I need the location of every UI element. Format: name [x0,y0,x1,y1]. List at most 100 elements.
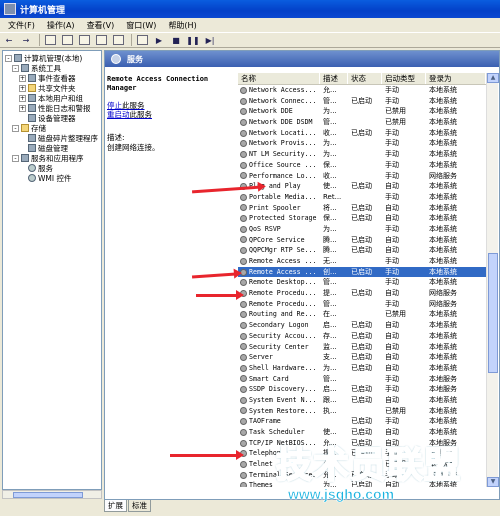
service-row[interactable]: Server 支... 已启动 自动 本地系统 [238,352,486,363]
collapse-icon[interactable]: - [12,64,19,72]
collapse-icon[interactable]: - [12,154,19,162]
menu-action[interactable]: 操作(A) [41,20,81,31]
export-icon[interactable] [111,34,125,46]
restart-link-text[interactable]: 重启动 [107,110,130,119]
service-row[interactable]: Themes 为... 已启动 自动 本地系统 [238,480,486,487]
service-gear-icon [240,97,247,105]
service-name-cell: TCP/IP NetBIOS... [238,438,320,449]
service-row[interactable]: Portable Media... Ret... 手动 本地系统 [238,192,486,203]
service-logon-cell: 本地系统 [429,460,457,469]
service-row[interactable]: Security Accou... 存... 已启动 自动 本地系统 [238,331,486,342]
service-row[interactable]: System Restore... 执... 已禁用 本地系统 [238,406,486,417]
stop-service-link[interactable]: 停止此服务 [107,101,233,110]
service-row[interactable]: TAOFrame 已启动 手动 本地系统 [238,416,486,427]
column-header-description[interactable]: 描述 [320,73,348,84]
menu-file[interactable]: 文件(F) [2,20,41,31]
service-row[interactable]: Routing and Re... 在... 已禁用 本地系统 [238,309,486,320]
start-icon[interactable]: ▶ [152,34,166,46]
scroll-down-arrow-icon[interactable]: ▼ [487,477,499,487]
service-row[interactable]: SSDP Discovery... 启... 已启动 手动 本地服务 [238,384,486,395]
service-row[interactable]: Print Spooler 将... 已启动 自动 本地系统 [238,203,486,214]
service-row[interactable]: Remote Access ... 无... 手动 本地系统 [238,256,486,267]
tree-item[interactable]: 服务 [3,163,101,173]
expand-icon[interactable]: + [19,94,26,102]
service-desc-cell: 将... [323,203,337,212]
service-row[interactable]: Protected Storage 保... 已启动 自动 本地系统 [238,213,486,224]
service-row[interactable]: Remote Procedu... 管... 手动 网络服务 [238,299,486,310]
service-row[interactable]: QPCore Service 腾... 已启动 自动 本地系统 [238,235,486,246]
menu-view[interactable]: 查看(V) [81,20,121,31]
service-row[interactable]: QQPCMgr RTP Se... 腾... 已启动 自动 本地系统 [238,245,486,256]
tree-item[interactable]: + 事件查看器 [3,73,101,83]
service-gear-icon [240,439,247,447]
service-row[interactable]: Task Scheduler 使... 已启动 自动 本地系统 [238,427,486,438]
service-row[interactable]: Network Provis... 为... 手动 本地系统 [238,138,486,149]
service-row[interactable]: Secondary Logon 启... 已启动 自动 本地系统 [238,320,486,331]
column-header-name[interactable]: 名称 [238,73,320,84]
service-row[interactable]: Performance Lo... 收... 手动 网络服务 [238,171,486,182]
services-list[interactable]: 名称 描述 状态 启动类型 登录为 Network Access... 允... 手… [238,73,486,487]
service-row[interactable]: Network Locati... 收... 已启动 手动 本地系统 [238,128,486,139]
tree-horizontal-scrollbar[interactable] [2,490,102,499]
stop-link-text[interactable]: 停止 [107,101,122,110]
forward-icon[interactable]: → [19,34,33,46]
tree-item[interactable]: 设备管理器 [3,113,101,123]
tree-item[interactable]: - 系统工具 [3,63,101,73]
show-tree-icon[interactable] [60,34,74,46]
tree-item[interactable]: + 性能日志和警报 [3,103,101,113]
tree-item[interactable]: - 存储 [3,123,101,133]
service-row[interactable]: Shell Hardware... 为... 已启动 自动 本地系统 [238,363,486,374]
collapse-icon[interactable]: - [5,54,12,62]
console-tree[interactable]: - 计算机管理(本地) - 系统工具 + 事件查看器 + 共享文件夹 + 本地用户和组 + 性能日志和… [2,50,102,490]
expand-icon[interactable]: + [19,74,26,82]
column-header-startup-type[interactable]: 启动类型 [382,73,426,84]
service-row[interactable]: System Event N... 跟... 已启动 自动 本地系统 [238,395,486,406]
service-row[interactable]: Telephony 提... 已启动 手动 本地系统 [238,448,486,459]
service-row[interactable]: Terminal Services 允... 已启动 手动 本地系统 [238,470,486,481]
restart-icon[interactable]: ▶| [203,34,217,46]
tree-item[interactable]: 磁盘管理 [3,143,101,153]
service-row[interactable]: Office Source ... 保... 手动 本地系统 [238,160,486,171]
menu-window[interactable]: 窗口(W) [120,20,162,31]
stop-icon[interactable]: ■ [169,34,183,46]
properties-icon[interactable] [77,34,91,46]
back-icon[interactable]: ← [2,34,16,46]
service-row[interactable]: Network DDE 为... 已禁用 本地系统 [238,106,486,117]
menu-help[interactable]: 帮助(H) [162,20,202,31]
service-row[interactable]: Remote Procedu... 提... 已启动 自动 网络服务 [238,288,486,299]
up-icon[interactable] [43,34,57,46]
expand-icon[interactable]: + [19,104,26,112]
tree-item[interactable]: + 共享文件夹 [3,83,101,93]
service-row[interactable]: Telnet 允... 已禁用 本地系统 [238,459,486,470]
help-icon[interactable] [135,34,149,46]
service-row[interactable]: Security Center 监... 已启动 自动 本地系统 [238,342,486,353]
service-row[interactable]: QoS RSVP 为... 手动 本地系统 [238,224,486,235]
tree-item[interactable]: - 计算机管理(本地) [3,53,101,63]
services-vertical-scrollbar[interactable]: ▲ ▼ [486,73,499,487]
service-row[interactable]: Smart Card 管... 手动 本地服务 [238,374,486,385]
collapse-icon[interactable]: - [12,124,19,132]
service-row[interactable]: Remote Desktop... 管... 手动 本地系统 [238,277,486,288]
scroll-up-arrow-icon[interactable]: ▲ [487,73,499,83]
column-header-logon-as[interactable]: 登录为 [426,73,486,84]
service-row[interactable]: Plug and Play 使... 已启动 自动 本地系统 [238,181,486,192]
tab-extended[interactable]: 扩展 [104,500,127,512]
service-row[interactable]: Remote Access ... 创... 已启动 手动 本地系统 [238,266,486,278]
tree-item[interactable]: WMI 控件 [3,173,101,183]
window-titlebar[interactable]: 计算机管理 [0,0,500,18]
tree-item[interactable]: + 本地用户和组 [3,93,101,103]
service-row[interactable]: TCP/IP NetBIOS... 允... 已启动 自动 本地服务 [238,438,486,449]
service-row[interactable]: NT LM Security... 为... 手动 本地系统 [238,149,486,160]
column-header-status[interactable]: 状态 [348,73,382,84]
scroll-thumb[interactable] [488,253,498,373]
tree-item[interactable]: - 服务和应用程序 [3,153,101,163]
refresh-icon[interactable] [94,34,108,46]
tree-item[interactable]: 磁盘碎片整理程序 [3,133,101,143]
tab-standard[interactable]: 标准 [128,500,151,512]
restart-service-link[interactable]: 重启动此服务 [107,110,233,119]
pause-icon[interactable]: ❚❚ [186,34,200,46]
expand-icon[interactable]: + [19,84,26,92]
service-row[interactable]: Network Connec... 管... 已启动 手动 本地系统 [238,96,486,107]
service-row[interactable]: Network Access... 允... 手动 本地系统 [238,85,486,96]
service-row[interactable]: Network DDE DSDM 管... 已禁用 本地系统 [238,117,486,128]
